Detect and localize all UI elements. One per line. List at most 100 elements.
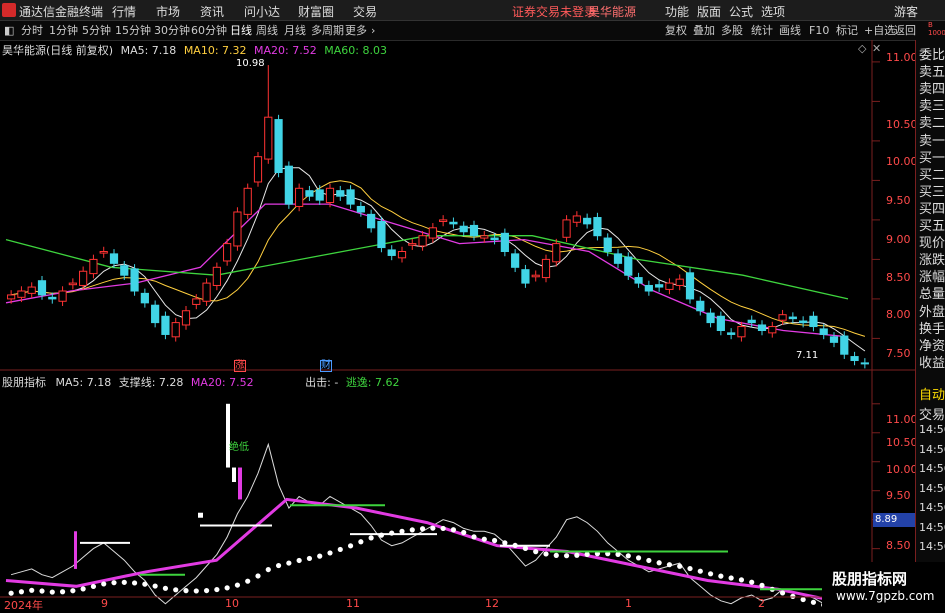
support-dot [368,535,374,541]
menu-banmian[interactable]: 版面 [697,3,721,20]
trade-field-2: 14:56 [919,423,945,436]
support-dot [677,563,683,569]
candle-body [325,187,335,204]
trade-login-warning[interactable]: 证券交易未登录 [512,3,596,20]
candle-body [583,217,592,225]
support-dot [234,582,241,588]
candle-body [7,294,16,300]
menu-jiaoyi[interactable]: 交易 [353,3,377,20]
signal-bar [74,531,77,569]
menu-gongshi[interactable]: 公式 [729,3,753,20]
period-daily[interactable]: 日线 [228,23,254,39]
period-60min[interactable]: 60分钟 [189,23,229,39]
period-1min[interactable]: 1分钟 [47,23,80,39]
btn-diejia[interactable]: 叠加 [691,23,717,39]
btn-tongji[interactable]: 统计 [749,23,775,39]
chevron-right-icon[interactable]: › [369,23,377,39]
support-dot [29,587,35,593]
support-dot [203,587,210,594]
candle-body [48,296,57,300]
candle-body [562,219,571,238]
x-tick: 1 [625,597,632,610]
btn-fuquan[interactable]: 复权 [663,23,689,39]
btn-f10[interactable]: F10 [807,23,831,39]
candle-body [89,258,98,275]
support-dot [59,589,66,595]
support-dot [317,553,323,559]
period-multi[interactable]: 多周期 [309,23,346,39]
ind-y-tick: 11.00 [886,413,918,426]
user-guest[interactable]: 游客 [894,3,918,20]
candle-body [418,235,427,247]
event-marker-zhang[interactable]: 涨 [234,360,246,372]
stock-name-link[interactable]: 昊华能源 [588,3,636,20]
menu-hangqing[interactable]: 行情 [112,3,136,20]
menu-zixun[interactable]: 资讯 [200,3,224,20]
candle-body [541,258,551,279]
period-5min[interactable]: 5分钟 [80,23,113,39]
support-dot [543,551,549,557]
ma5-line [11,167,866,352]
support-dot [90,583,97,590]
panel-badge: B 1000 [928,21,945,37]
support-dot [635,555,642,561]
trade-field-0: 自动 [919,388,945,403]
ind-y-tick: 10.00 [886,463,918,476]
candle-body [840,335,849,355]
support-dot [39,588,45,594]
kline-chart-canvas[interactable] [0,40,915,609]
period-more[interactable]: 更多 [343,23,369,39]
support-dot [450,527,457,533]
support-dot [275,562,282,569]
btn-duogu[interactable]: 多股 [719,23,745,39]
candle-body [387,249,396,256]
support-dot [101,581,107,587]
period-30min[interactable]: 30分钟 [152,23,192,39]
candle-body [58,290,67,302]
support-dot [193,588,199,594]
exit-label: 出击: - [305,376,339,389]
candle-body [295,187,304,207]
support-dot [666,562,673,568]
period-monthly[interactable]: 月线 [282,23,308,39]
candle-body [264,116,273,160]
period-weekly[interactable]: 周线 [254,23,280,39]
event-marker-cai[interactable]: 财 [320,360,332,372]
btn-huaxian[interactable]: 画线 [777,23,803,39]
support-dot [245,578,251,584]
candle-body [284,165,293,205]
period-15min[interactable]: 15分钟 [113,23,153,39]
candle-body [243,187,252,215]
menu-shichang[interactable]: 市场 [156,3,180,20]
support-dot [173,587,179,593]
btn-biaoji[interactable]: 标记 [834,23,860,39]
support-dot [18,589,25,595]
support-dot [625,553,631,559]
candle-body [757,324,767,332]
support-dot [183,588,189,594]
candle-body [860,362,869,365]
ma10-line [11,180,866,337]
candle-body [624,256,633,276]
toolbar-toggle-icon[interactable]: ◧ [2,23,16,39]
candle-body [171,322,180,338]
app-title: 通达信金融终端 [19,5,104,19]
candle-body [212,266,221,286]
support-dot [461,529,467,536]
x-tick: 2 [758,597,765,610]
period-fenshi[interactable]: 分时 [19,23,45,39]
x-tick: 12 [485,597,499,610]
support-dot [419,526,426,532]
menu-xuanxiang[interactable]: 选项 [761,3,785,20]
close-icon[interactable]: ✕ [872,42,881,55]
y-tick: 8.00 [886,308,911,321]
menu-wenxiaoda[interactable]: 问小达 [244,3,280,20]
diamond-icon[interactable]: ◇ [858,42,866,55]
candle-body [428,227,437,239]
candle-body [274,119,283,173]
menu-caifuquan[interactable]: 财富圈 [298,3,334,20]
support-dot [409,527,415,533]
btn-fanhui[interactable]: 返回 [892,23,918,39]
candle-body [665,282,674,290]
menu-gongneng[interactable]: 功能 [665,3,689,20]
